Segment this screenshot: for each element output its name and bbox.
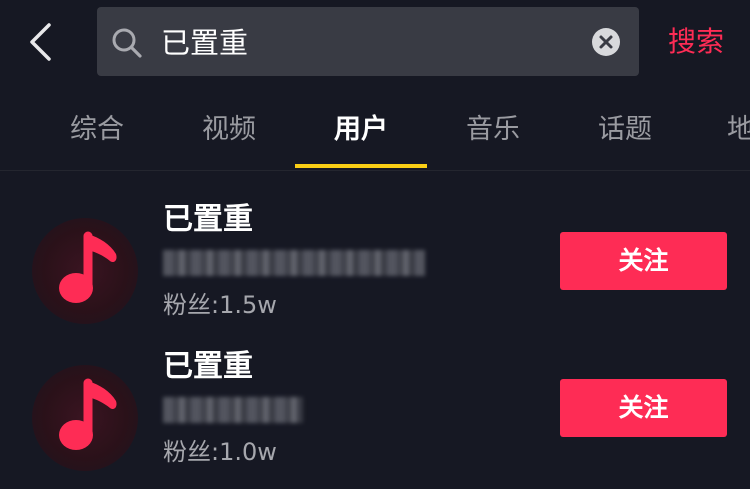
avatar[interactable]: [32, 218, 138, 324]
active-tab-indicator: [295, 164, 427, 168]
user-name: 已置重: [163, 202, 253, 237]
chevron-left-icon: [30, 23, 51, 61]
tab-users[interactable]: 用户: [295, 92, 427, 168]
tab-general[interactable]: 综合: [31, 92, 163, 168]
blurred-user-id: [163, 397, 303, 423]
top-bar: 搜索: [0, 0, 750, 84]
tab-locations[interactable]: 地: [691, 92, 750, 168]
clear-icon[interactable]: [591, 27, 621, 57]
user-result-row[interactable]: 已置重 粉丝:1.0w 关注: [0, 343, 750, 489]
avatar[interactable]: [32, 365, 138, 471]
follower-count: 粉丝:1.5w: [163, 291, 277, 319]
blurred-user-id: [163, 250, 425, 276]
music-note-icon: [59, 231, 117, 303]
tab-videos[interactable]: 视频: [163, 92, 295, 168]
search-button[interactable]: 搜索: [668, 20, 724, 64]
follower-count: 粉丝:1.0w: [163, 438, 277, 466]
search-input[interactable]: [161, 15, 581, 67]
music-note-icon: [59, 378, 117, 450]
search-box[interactable]: [97, 7, 639, 76]
follow-button[interactable]: 关注: [560, 232, 727, 290]
tab-topics[interactable]: 话题: [559, 92, 691, 168]
tab-bar: 综合 视频 用户 音乐 话题 地: [0, 92, 750, 171]
tab-music[interactable]: 音乐: [427, 92, 559, 168]
search-icon: [112, 28, 142, 58]
back-button[interactable]: [20, 20, 60, 64]
user-result-row[interactable]: 已置重 粉丝:1.5w 关注: [0, 196, 750, 342]
user-name: 已置重: [163, 349, 253, 384]
follow-button[interactable]: 关注: [560, 379, 727, 437]
